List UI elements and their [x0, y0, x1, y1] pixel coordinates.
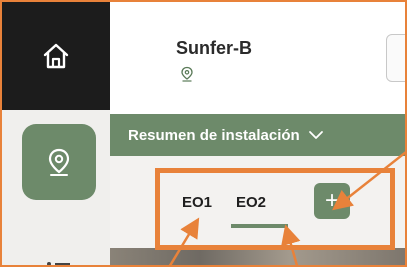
header-action-button[interactable]	[386, 34, 405, 82]
installation-summary-dropdown[interactable]: Resumen de instalación	[110, 114, 405, 156]
content-image-strip	[110, 248, 405, 265]
home-button[interactable]	[2, 2, 110, 110]
list-icon[interactable]	[42, 252, 76, 267]
sidebar	[2, 2, 110, 267]
sidebar-item-location[interactable]	[22, 124, 96, 200]
annotation-highlight-box	[155, 168, 395, 250]
page-title: Sunfer-B	[176, 38, 252, 58]
chevron-down-icon	[308, 131, 323, 139]
location-pin-icon	[48, 148, 70, 176]
header: Sunfer-B	[110, 2, 405, 110]
location-pin-icon	[181, 66, 193, 82]
summary-label: Resumen de instalación	[128, 126, 300, 144]
app-frame: Sunfer-B Resumen de instalación EO1 EO2 …	[0, 0, 407, 267]
home-icon	[43, 43, 69, 69]
